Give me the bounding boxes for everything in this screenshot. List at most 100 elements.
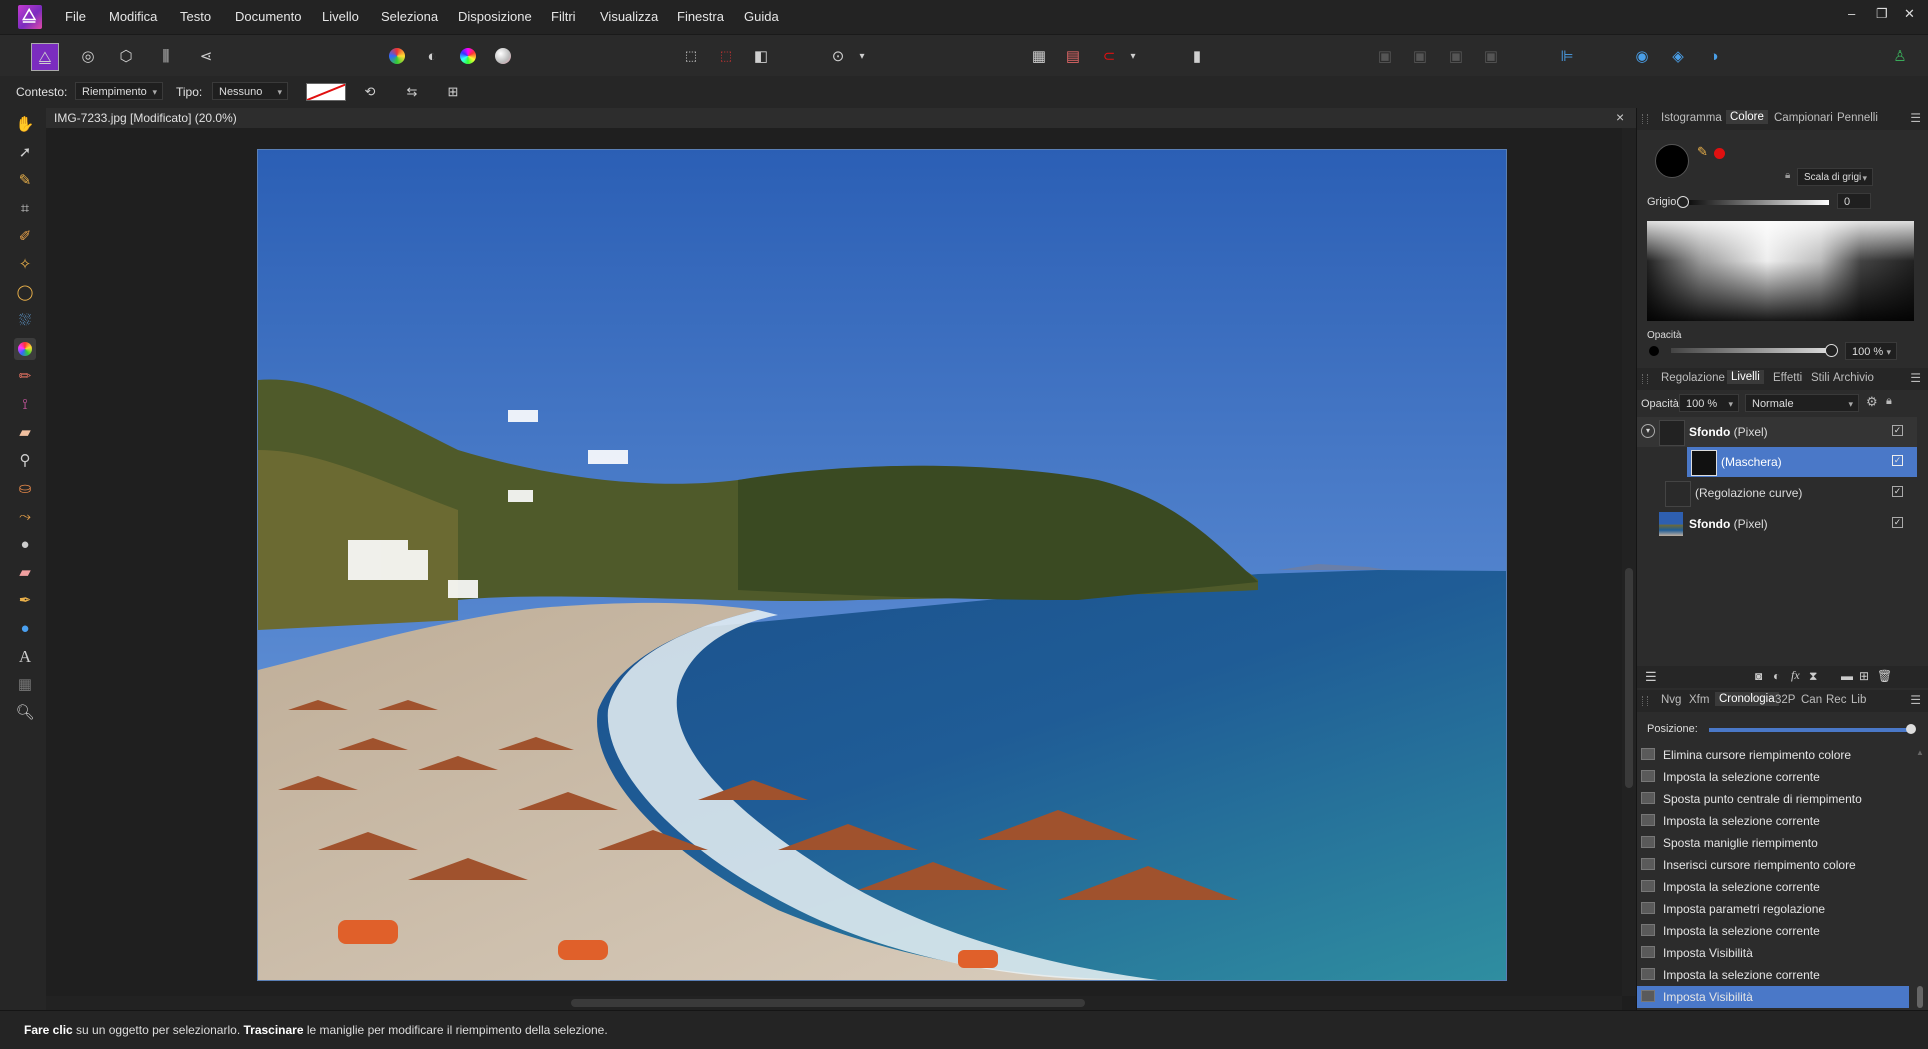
tab-nvg[interactable]: Nvg	[1661, 694, 1681, 706]
menu-filtri[interactable]: Filtri	[551, 9, 576, 24]
grey-spectrum[interactable]	[1647, 221, 1914, 321]
restore-button[interactable]: ❐	[1876, 6, 1888, 22]
menu-seleziona[interactable]: Seleziona	[381, 9, 438, 24]
invert-selection-icon[interactable]: ◧	[748, 43, 774, 69]
minimize-button[interactable]: –	[1848, 6, 1855, 21]
close-document-icon[interactable]: ×	[1616, 109, 1624, 125]
vertical-scroll-thumb[interactable]	[1625, 568, 1633, 788]
opacity-slider[interactable]	[1671, 348, 1831, 353]
fill-properties-icon[interactable]: ⊞	[440, 79, 466, 105]
paint-brush-tool-icon[interactable]: ✏	[14, 366, 36, 388]
add-pixel-layer-icon[interactable]: ⊞	[1859, 669, 1869, 683]
deselect-icon[interactable]: ⬚	[713, 43, 739, 69]
history-item[interactable]: Imposta parametri regolazione	[1637, 898, 1909, 920]
blend-mode-dropdown[interactable]: Normale	[1745, 394, 1859, 413]
arrange-front-icon[interactable]: ▣	[1478, 43, 1504, 69]
color-panel-menu-icon[interactable]: ☰	[1910, 111, 1921, 125]
grey-slider-handle[interactable]	[1677, 196, 1689, 208]
eyedropper-icon[interactable]: ✎	[1697, 144, 1708, 160]
layer-row-maschera[interactable]: (Maschera) ✓	[1687, 447, 1917, 477]
export-persona-icon[interactable]: ⋖	[193, 43, 219, 69]
tab-stili[interactable]: Stili	[1811, 372, 1830, 384]
lock-icon[interactable]: 🔒︎	[1785, 170, 1790, 181]
layer-row-sfondo-group[interactable]: ▾ Sfondo (Pixel) ✓	[1637, 417, 1917, 447]
color-picker-tool-icon[interactable]: ✎	[14, 170, 36, 192]
tab-regolazione[interactable]: Regolazione	[1661, 372, 1725, 384]
quick-mask-dropdown-icon[interactable]: ▾	[849, 43, 875, 69]
horizontal-scrollbar[interactable]	[46, 996, 1622, 1010]
healing-brush-tool-icon[interactable]: ▰	[14, 562, 36, 584]
menu-disposizione[interactable]: Disposizione	[458, 9, 532, 24]
scroll-up-icon[interactable]: ▲	[1916, 748, 1924, 757]
history-item[interactable]: Elimina cursore riempimento colore	[1637, 744, 1909, 766]
grid-icon[interactable]: ▦	[1026, 43, 1052, 69]
move-tool-icon[interactable]: ➚	[14, 142, 36, 164]
document-tab[interactable]: IMG-7233.jpg [Modificato] (20.0%) ×	[46, 108, 1636, 129]
layer-lock-icon[interactable]: 🔒︎	[1886, 395, 1892, 408]
close-window-button[interactable]: ✕	[1904, 6, 1915, 22]
layer-visibility-checkbox[interactable]: ✓	[1892, 486, 1903, 497]
white-balance-icon[interactable]	[490, 43, 516, 69]
layer-row-sfondo-pixel[interactable]: Sfondo (Pixel) ✓	[1637, 509, 1917, 539]
tab-pennelli[interactable]: Pennelli	[1837, 112, 1878, 124]
layer-opacity-dropdown[interactable]: 100 %	[1679, 394, 1739, 413]
menu-visualizza[interactable]: Visualizza	[600, 9, 658, 24]
color-replacement-tool-icon[interactable]: ⟟	[14, 394, 36, 416]
history-scrollbar[interactable]: ▲	[1915, 748, 1925, 1018]
develop-persona-icon[interactable]: ⬡	[113, 43, 139, 69]
erase-brush-tool-icon[interactable]: ▰	[14, 422, 36, 444]
contesto-dropdown[interactable]: Riempimento	[75, 82, 163, 101]
smudge-brush-tool-icon[interactable]: ⤳	[14, 506, 36, 528]
canvas-area[interactable]	[46, 128, 1622, 996]
reverse-fill-icon[interactable]: ⟲	[357, 79, 383, 105]
pen-tool-icon[interactable]: ✒	[14, 590, 36, 612]
hue-icon[interactable]	[455, 43, 481, 69]
layer-visibility-checkbox[interactable]: ✓	[1892, 425, 1903, 436]
history-item[interactable]: Imposta Visibilità	[1637, 942, 1909, 964]
history-item[interactable]: Imposta la selezione corrente	[1637, 964, 1909, 986]
layer-visibility-checkbox[interactable]: ✓	[1892, 517, 1903, 528]
flood-fill-tool-icon[interactable]: ⛆	[14, 310, 36, 332]
group-layers-icon[interactable]: ▬	[1841, 669, 1853, 683]
tab-can[interactable]: Can	[1801, 694, 1822, 706]
menu-modifica[interactable]: Modifica	[109, 9, 157, 24]
artistic-text-tool-icon[interactable]: A	[14, 646, 36, 668]
tab-32p[interactable]: 32P	[1775, 694, 1795, 706]
tab-effetti[interactable]: Effetti	[1773, 372, 1802, 384]
crop-tool-icon[interactable]: ⌗	[14, 198, 36, 220]
boolean-subtract-icon[interactable]: ◈	[1665, 43, 1691, 69]
boolean-intersect-icon[interactable]: ◑	[1701, 43, 1727, 69]
history-scroll-thumb[interactable]	[1917, 986, 1923, 1008]
layer-visibility-checkbox[interactable]: ✓	[1892, 455, 1903, 466]
clone-brush-tool-icon[interactable]: ⛀	[14, 478, 36, 500]
liquify-persona-icon[interactable]: ◎	[75, 43, 101, 69]
boolean-add-icon[interactable]: ◉	[1629, 43, 1655, 69]
tab-xfm[interactable]: Xfm	[1689, 694, 1709, 706]
fill-swatch[interactable]	[306, 83, 346, 101]
history-item[interactable]: Imposta la selezione corrente	[1637, 876, 1909, 898]
dodge-tool-icon[interactable]: ⚲	[14, 450, 36, 472]
layer-settings-gear-icon[interactable]: ⚙	[1866, 394, 1878, 410]
history-item[interactable]: Imposta la selezione corrente	[1637, 810, 1909, 832]
tab-istogramma[interactable]: Istogramma	[1661, 112, 1722, 124]
secondary-color-swatch[interactable]	[1714, 148, 1725, 159]
selection-marquee-icon[interactable]: ⬚	[678, 43, 704, 69]
history-item[interactable]: Sposta punto centrale di riempimento	[1637, 788, 1909, 810]
arrange-backward-icon[interactable]: ▣	[1407, 43, 1433, 69]
grey-slider[interactable]	[1681, 200, 1829, 205]
mesh-warp-tool-icon[interactable]: ▦	[14, 674, 36, 696]
zoom-tool-icon[interactable]: 🔍︎	[14, 702, 36, 724]
menu-testo[interactable]: Testo	[180, 9, 211, 24]
fx-icon[interactable]: fx	[1791, 668, 1800, 683]
menu-guida[interactable]: Guida	[744, 9, 779, 24]
assistant-icon[interactable]: ▮	[1184, 43, 1210, 69]
tab-colore[interactable]: Colore	[1726, 110, 1768, 124]
snapping-magnet-icon[interactable]: ⊂	[1096, 43, 1122, 69]
live-filter-icon[interactable]: ⧗	[1809, 669, 1817, 684]
opacity-value-field[interactable]: 100 %	[1845, 342, 1897, 361]
tab-cronologia[interactable]: Cronologia	[1715, 692, 1779, 706]
contrast-icon[interactable]: ◐	[419, 43, 445, 69]
levels-icon[interactable]	[384, 43, 410, 69]
layers-stack-icon[interactable]: ☰	[1645, 669, 1657, 685]
gradient-tool-icon[interactable]	[14, 338, 36, 360]
